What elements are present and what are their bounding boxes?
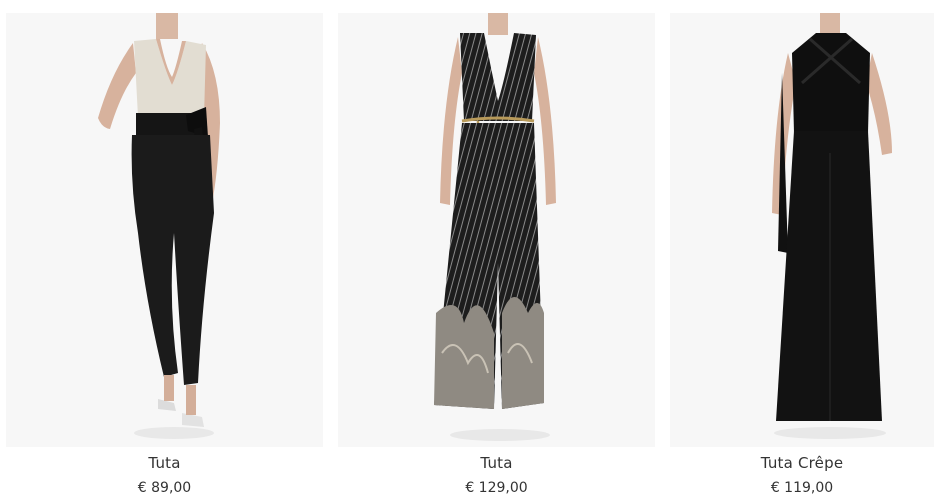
jumpsuit-photo-3: [670, 13, 934, 447]
product-name[interactable]: Tuta Crêpe: [670, 453, 934, 473]
product-image[interactable]: [338, 13, 655, 447]
product-image[interactable]: [670, 13, 934, 447]
product-price: € 119,00: [770, 480, 834, 496]
product-card[interactable]: Tuta € 129,00: [338, 0, 655, 497]
product-image[interactable]: [6, 13, 323, 447]
product-card[interactable]: Tuta Crêpe € 119,00: [670, 0, 934, 497]
jumpsuit-photo-1: [6, 13, 323, 447]
product-name[interactable]: Tuta: [338, 453, 655, 473]
product-price: € 129,00: [465, 480, 528, 496]
product-card[interactable]: Tuta € 89,00: [6, 0, 323, 497]
product-price: € 89,00: [137, 480, 192, 496]
product-name[interactable]: Tuta: [6, 453, 323, 473]
jumpsuit-photo-2: [338, 13, 655, 447]
